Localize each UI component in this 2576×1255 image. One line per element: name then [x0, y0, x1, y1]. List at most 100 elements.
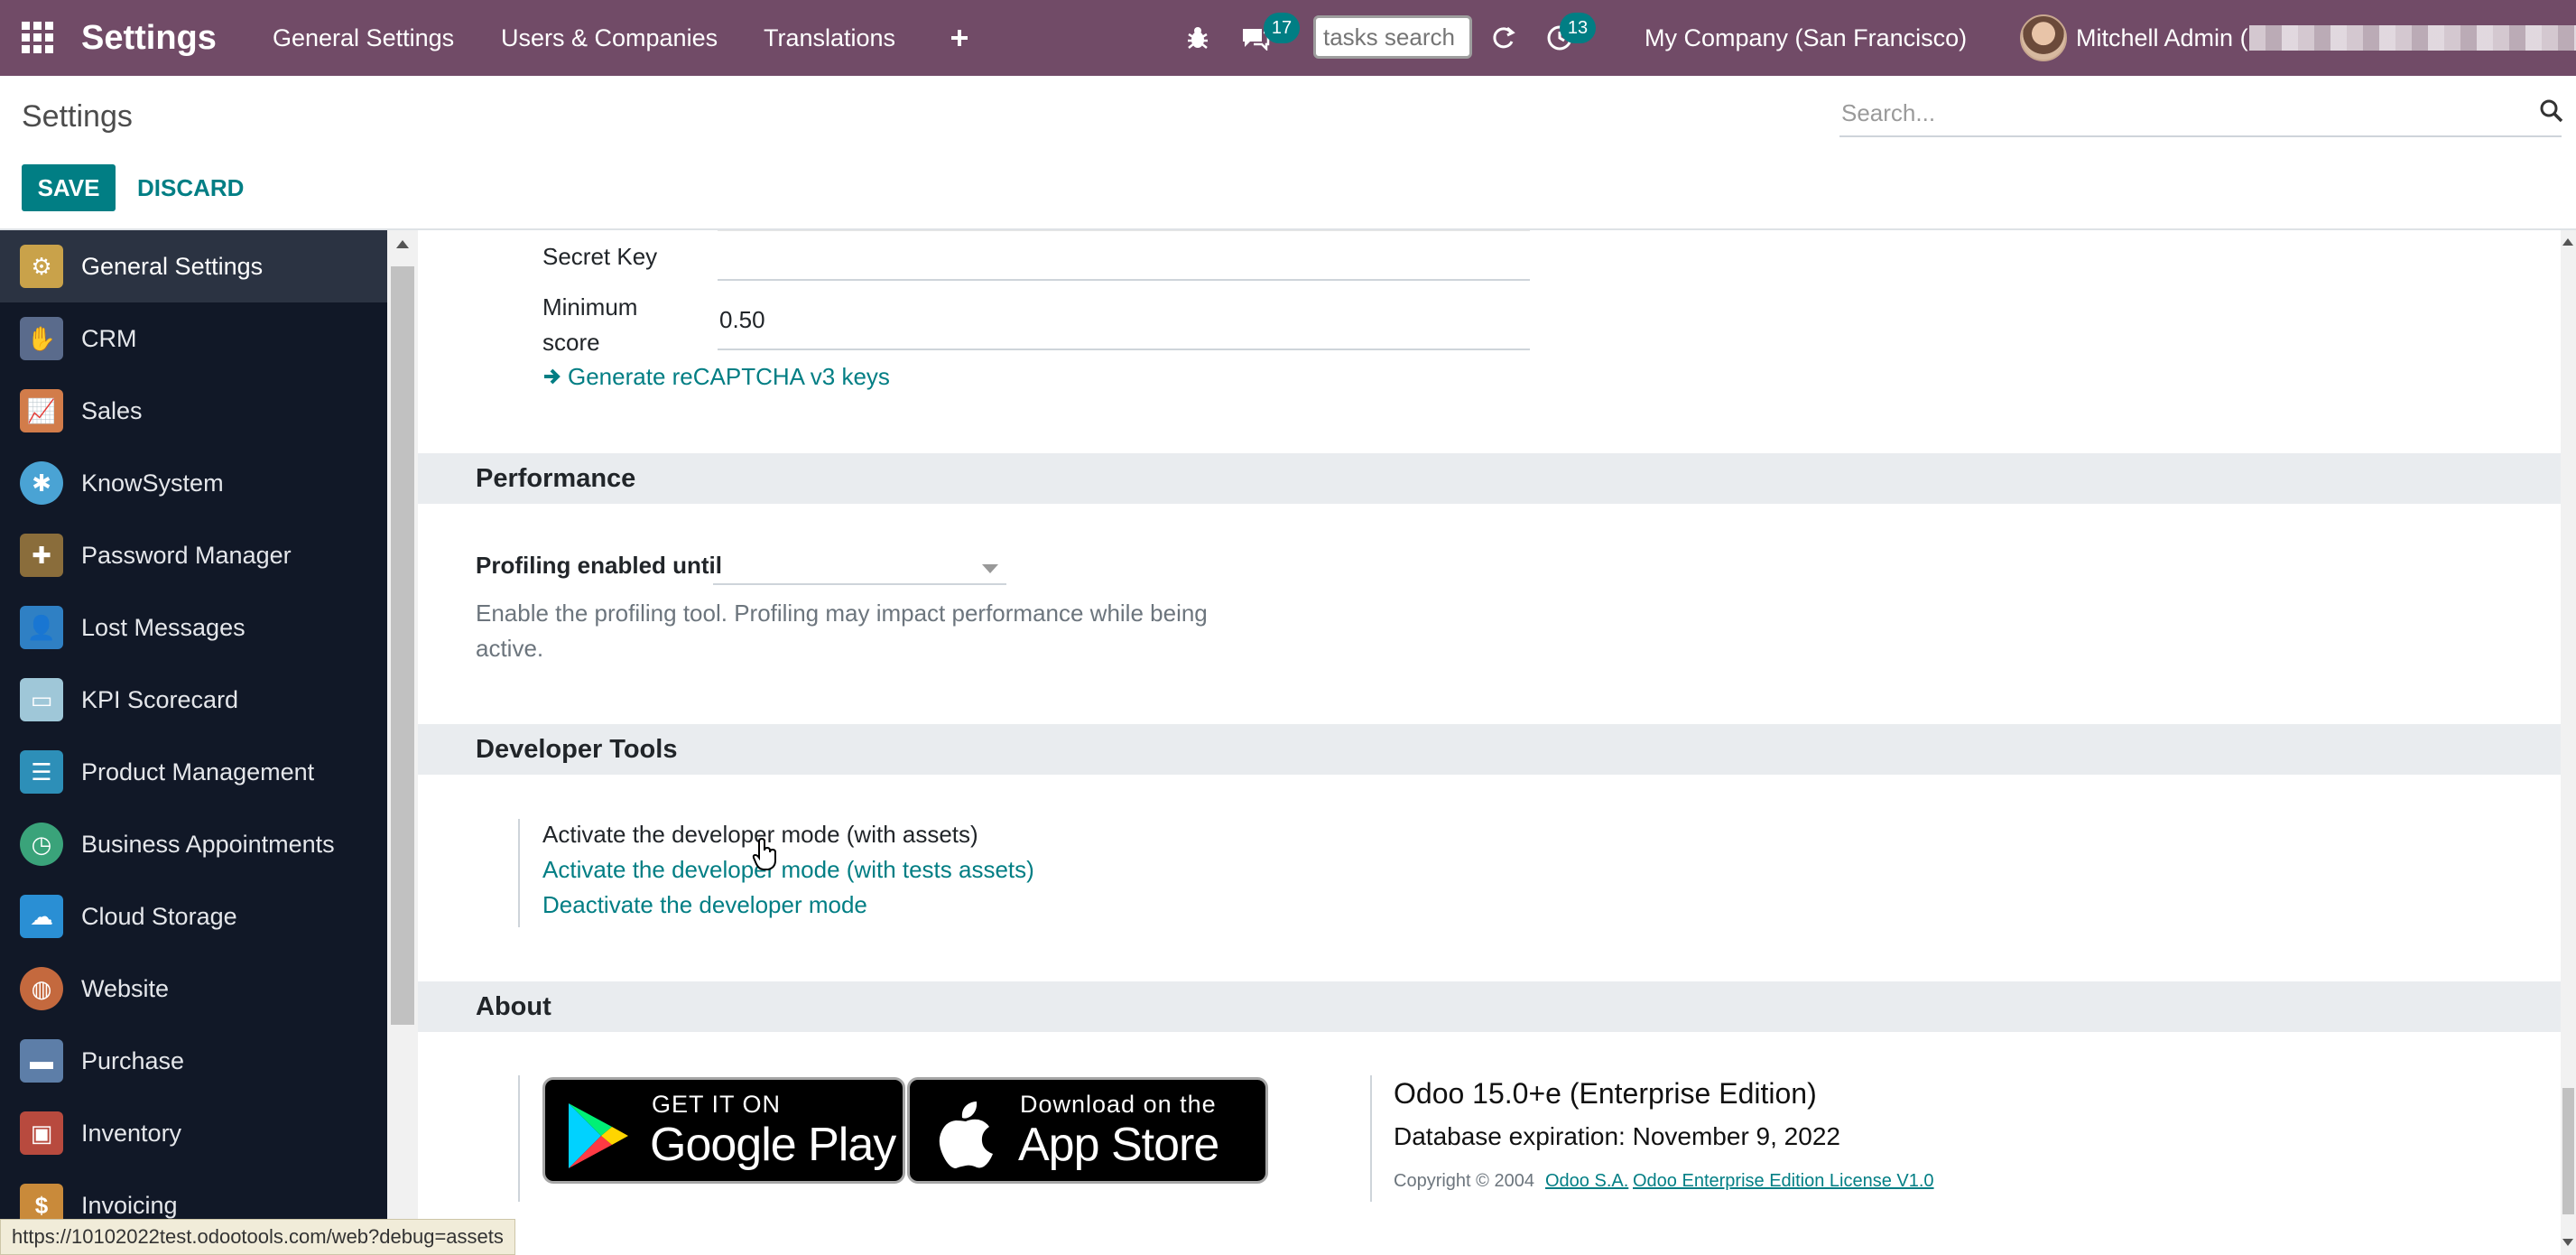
google-play-big-text: Google Play [650, 1119, 896, 1171]
bug-icon[interactable] [1186, 0, 1209, 76]
page-title: Settings [22, 99, 133, 134]
secret-key-label: Secret Key [542, 243, 658, 270]
sidebar-item-general-settings[interactable]: ⚙ General Settings [0, 230, 387, 302]
sidebar-item-inventory[interactable]: ▣ Inventory [0, 1097, 387, 1169]
generate-recaptcha-link[interactable]: Generate reCAPTCHA v3 keys [568, 363, 890, 391]
app-store-button[interactable]: Download on the App Store [907, 1077, 1268, 1184]
user-icon: 👤 [20, 606, 63, 649]
profiling-date-input[interactable] [713, 583, 1006, 585]
settings-content: Secret Key Minimum score 0.50 Generate r… [418, 230, 2561, 1255]
sidebar-item-label: Product Management [81, 758, 315, 786]
dev-tools-divider [518, 819, 520, 927]
copyright-text: Copyright © 2004 [1394, 1171, 1534, 1191]
status-bar-url: https://10102022test.odootools.com/web?d… [0, 1219, 515, 1255]
settings-sidebar: ⚙ General Settings ✋ CRM 📈 Sales ✱ KnowS… [0, 230, 387, 1255]
gear-icon: ⚙ [20, 245, 63, 288]
top-navbar: Settings General Settings Users & Compan… [0, 0, 2576, 76]
plus-icon[interactable] [950, 0, 969, 76]
menu-users-companies[interactable]: Users & Companies [501, 0, 718, 76]
apple-icon [937, 1100, 995, 1173]
sidebar-item-kpi-scorecard[interactable]: ▭ KPI Scorecard [0, 664, 387, 736]
sidebar-item-label: Cloud Storage [81, 902, 237, 930]
activity-count-badge: 13 [1560, 13, 1596, 43]
secret-key-input[interactable] [718, 279, 1530, 281]
chat-count-badge: 17 [1264, 13, 1300, 43]
odoo-version: Odoo 15.0+e (Enterprise Edition) [1394, 1077, 1817, 1110]
card-icon: ▬ [20, 1039, 63, 1083]
sidebar-item-label: Purchase [81, 1046, 185, 1074]
handshake-icon: ✋ [20, 317, 63, 360]
sidebar-item-label: Invoicing [81, 1191, 178, 1219]
odoo-sa-link[interactable]: Odoo S.A. [1545, 1171, 1628, 1192]
profiling-help-line-1: Enable the profiling tool. Profiling may… [476, 600, 1208, 627]
app-grid-icon[interactable] [20, 0, 56, 76]
sidebar-item-lost-messages[interactable]: 👤 Lost Messages [0, 591, 387, 664]
menu-general-settings[interactable]: General Settings [273, 0, 454, 76]
activate-developer-mode-tests-link[interactable]: Activate the developer mode (with tests … [542, 856, 1034, 884]
sidebar-item-label: General Settings [81, 252, 264, 280]
sidebar-item-label: Website [81, 974, 170, 1002]
sidebar-item-cloud-storage[interactable]: ☁ Cloud Storage [0, 880, 387, 953]
content-scroll-up-arrow-icon[interactable] [2562, 238, 2573, 246]
user-avatar[interactable] [2020, 14, 2067, 61]
performance-section-header: Performance [418, 453, 2561, 504]
discard-button[interactable]: DISCARD [137, 164, 244, 211]
sidebar-item-knowsystem[interactable]: ✱ KnowSystem [0, 447, 387, 519]
google-play-icon [565, 1100, 632, 1176]
card-icon: ▭ [20, 678, 63, 721]
about-section-header: About [418, 981, 2561, 1032]
min-score-label-2: score [542, 329, 600, 356]
min-score-label-1: Minimum [542, 293, 638, 321]
sidebar-item-business-appointments[interactable]: ◷ Business Appointments [0, 808, 387, 880]
refresh-icon[interactable] [1489, 0, 1516, 76]
sidebar-item-label: KPI Scorecard [81, 685, 239, 713]
sidebar-item-product-management[interactable]: ☰ Product Management [0, 736, 387, 808]
profiling-help-line-2: active. [476, 635, 544, 662]
sidebar-item-website[interactable]: ◍ Website [0, 953, 387, 1025]
sidebar-item-password-manager[interactable]: ✚ Password Manager [0, 519, 387, 591]
menu-translations[interactable]: Translations [764, 0, 895, 76]
about-divider-left [518, 1075, 520, 1202]
arrow-right-icon [542, 366, 562, 392]
min-score-input[interactable]: 0.50 [719, 306, 765, 334]
sidebar-item-crm[interactable]: ✋ CRM [0, 302, 387, 375]
sidebar-scrollbar-thumb[interactable] [391, 266, 414, 1025]
performance-title: Performance [476, 464, 636, 493]
license-link[interactable]: Odoo Enterprise Edition License V1.0 [1633, 1171, 1934, 1192]
search-icon[interactable] [2540, 99, 2563, 127]
min-score-underline [718, 349, 1530, 350]
deactivate-developer-mode-link[interactable]: Deactivate the developer mode [542, 891, 867, 919]
sidebar-item-label: Inventory [81, 1119, 182, 1147]
user-menu[interactable]: Mitchell Admin ( [2076, 0, 2248, 76]
hand-cursor-icon [752, 837, 779, 876]
about-divider-right [1370, 1075, 1372, 1202]
sidebar-item-label: KnowSystem [81, 469, 224, 497]
developer-tools-title: Developer Tools [476, 735, 678, 764]
field-divider [718, 230, 1530, 231]
content-scrollbar-thumb[interactable] [2562, 1088, 2574, 1214]
app-store-small-text: Download on the [1020, 1091, 1217, 1118]
dropdown-caret-icon[interactable] [982, 564, 998, 573]
sidebar-item-label: CRM [81, 324, 137, 352]
app-brand[interactable]: Settings [81, 0, 217, 76]
save-button[interactable]: SAVE [22, 164, 116, 211]
company-switcher[interactable]: My Company (San Francisco) [1645, 0, 1967, 76]
globe-icon: ◍ [20, 967, 63, 1010]
content-scroll-down-arrow-icon[interactable] [2562, 1239, 2573, 1246]
sidebar-item-sales[interactable]: 📈 Sales [0, 375, 387, 447]
puzzle-icon: ✚ [20, 534, 63, 577]
profiling-label: Profiling enabled until [476, 552, 722, 579]
cloud-icon: ☁ [20, 895, 63, 938]
sidebar-item-label: Lost Messages [81, 613, 246, 641]
scroll-up-arrow-icon[interactable] [396, 240, 409, 248]
developer-tools-section-header: Developer Tools [418, 724, 2561, 775]
database-expiration: Database expiration: November 9, 2022 [1394, 1122, 1840, 1150]
search-placeholder: Search... [1841, 99, 1936, 126]
sidebar-item-purchase[interactable]: ▬ Purchase [0, 1025, 387, 1097]
sidebar-item-label: Password Manager [81, 541, 292, 569]
google-play-button[interactable]: GET IT ON Google Play [542, 1077, 905, 1184]
tasks-search-input[interactable] [1313, 15, 1472, 59]
app-store-big-text: App Store [1018, 1119, 1219, 1171]
search-input[interactable] [1839, 94, 2562, 137]
chat-icon[interactable] [1240, 0, 1271, 76]
